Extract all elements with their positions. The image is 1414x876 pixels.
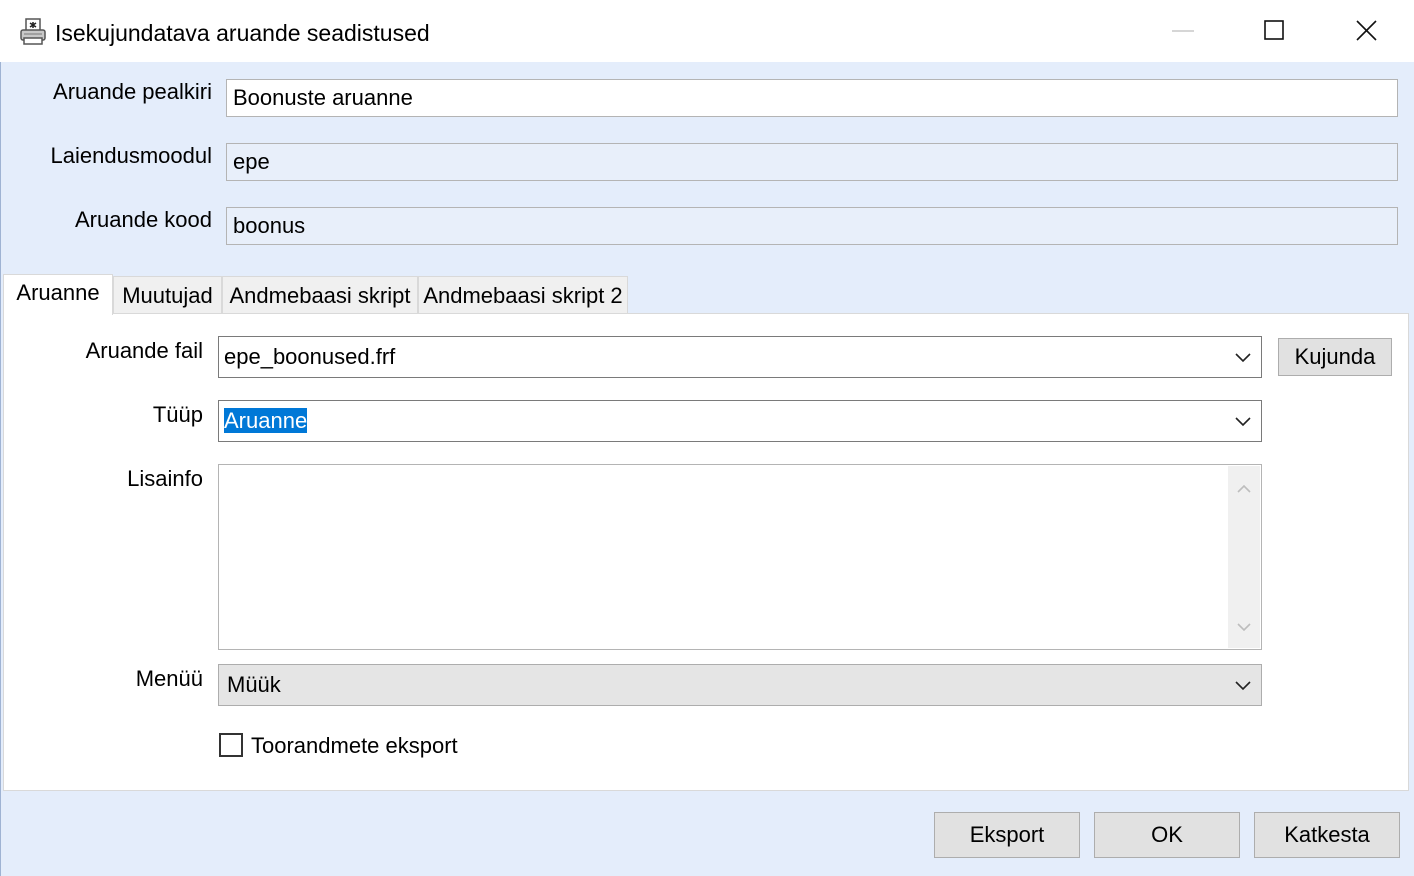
report-file-label: Aruande fail [85,338,203,363]
maximize-icon [1264,20,1284,40]
ok-button[interactable]: OK [1094,812,1240,858]
tab-muutujad[interactable]: Muutujad [113,276,222,314]
type-label: Tüüp [152,402,203,427]
vertical-scrollbar[interactable] [1228,466,1260,648]
report-code-field[interactable]: boonus [226,207,1398,245]
cancel-button[interactable]: Katkesta [1254,812,1400,858]
window-title: Isekujundatava aruande seadistused [55,20,430,46]
design-button[interactable]: Kujunda [1278,338,1392,376]
close-button[interactable] [1321,0,1413,62]
tab-aruanne[interactable]: Aruanne [3,274,113,315]
close-icon [1356,20,1377,41]
minimize-button[interactable] [1137,0,1229,62]
scroll-arrows-icon [1237,484,1251,632]
report-title-label: Aruande pealkiri [53,79,212,104]
menu-label: Menüü [135,666,203,691]
extension-module-label: Laiendusmoodul [50,143,212,168]
maximize-button[interactable] [1229,0,1321,62]
report-file-value: epe_boonused.frf [224,344,396,369]
type-value: Aruanne [224,408,308,433]
chevron-down-icon[interactable] [1231,665,1255,705]
chevron-down-icon[interactable] [1231,337,1255,377]
menu-value: Müük [227,672,281,697]
raw-data-export-checkbox[interactable] [219,733,243,757]
additional-info-label: Lisainfo [127,466,203,491]
minimize-icon [1172,30,1194,32]
tab-andmebaasi-skript[interactable]: Andmebaasi skript [222,276,418,314]
extension-module-field[interactable]: epe [226,143,1398,181]
menu-combobox[interactable]: Müük [218,664,1262,706]
type-combobox[interactable]: Aruanne [218,400,1262,442]
export-button[interactable]: Eksport [934,812,1080,858]
tab-andmebaasi-skript-2[interactable]: Andmebaasi skript 2 [418,276,628,314]
report-title-input[interactable]: Boonuste aruanne [226,79,1398,117]
chevron-down-icon[interactable] [1231,401,1255,441]
title-bar[interactable]: Isekujundatava aruande seadistused [0,0,1414,62]
report-code-label: Aruande kood [75,207,212,232]
raw-data-export-label[interactable]: Toorandmete eksport [251,732,458,760]
report-printer-icon [18,17,48,47]
additional-info-textarea[interactable] [218,464,1262,650]
report-file-combobox[interactable]: epe_boonused.frf [218,336,1262,378]
